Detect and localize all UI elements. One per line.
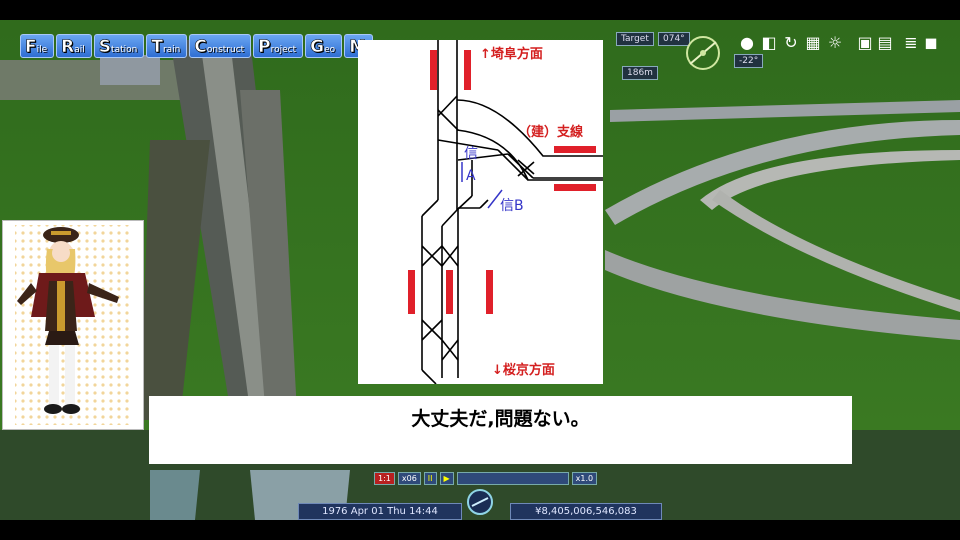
dialog-text: 大丈夫だ,問題ない。	[411, 408, 590, 430]
play-button[interactable]: ▶	[439, 471, 454, 485]
signal-bar	[430, 50, 437, 90]
stack-icon[interactable]: ≣	[902, 34, 920, 52]
main-menu: File Rail Station Train Construct Projec…	[20, 34, 374, 58]
menu-project[interactable]: Project	[253, 34, 304, 58]
signal-bar	[554, 146, 596, 153]
ratio-button[interactable]: 1:1	[374, 471, 395, 485]
date-time-display: 1976 Apr 01 Thu 14:44	[298, 503, 462, 520]
character-avatar	[15, 225, 131, 425]
money-display: ¥8,405,006,546,083	[510, 503, 662, 520]
tool-icons: ● ◧ ↻ ▦ ☼	[738, 34, 844, 52]
letterbox-bottom	[0, 520, 960, 540]
speed-multiplier[interactable]: x06	[397, 471, 421, 485]
signal-bar	[464, 50, 471, 90]
signal-b-label: 信B	[500, 198, 524, 214]
menu-rail[interactable]: Rail	[56, 34, 92, 58]
compass-icon[interactable]	[684, 34, 722, 72]
signal-bar	[408, 270, 415, 314]
pause-button[interactable]: II	[423, 471, 437, 485]
character-portrait	[2, 220, 144, 430]
menu-station[interactable]: Station	[93, 34, 145, 58]
signal-a-label: 信	[464, 146, 478, 162]
time-controls: 1:1 x06 II ▶ x1.0	[374, 471, 598, 485]
target-label[interactable]: Target	[616, 32, 654, 46]
menu-train[interactable]: Train	[146, 34, 188, 58]
speed-slider[interactable]	[456, 471, 569, 485]
signal-a-letter: A	[466, 168, 476, 184]
menu-construct[interactable]: Construct	[189, 34, 252, 58]
sun-icon[interactable]: ☼	[826, 34, 844, 52]
letterbox-top	[0, 0, 960, 20]
signal-bar	[486, 270, 493, 314]
signal-bar	[554, 184, 596, 191]
track-diagram: ↑埼阜方面 （建）支線 信 A 信B ↓桜京方面	[358, 40, 603, 385]
tilt-readout: -22°	[734, 54, 764, 68]
time-scale[interactable]: x1.0	[571, 471, 598, 485]
dialog-box: 大丈夫だ,問題ない。	[149, 396, 852, 464]
track-layout-drawing: ↑埼阜方面 （建）支線 信 A 信B ↓桜京方面	[408, 40, 603, 385]
chat-icon[interactable]: ◼	[922, 34, 940, 52]
layers-icon[interactable]: ◧	[760, 34, 778, 52]
north-direction-label: ↑埼阜方面	[480, 46, 543, 62]
south-direction-label: ↓桜京方面	[492, 362, 555, 378]
globe-icon[interactable]: ●	[738, 34, 756, 52]
camera-icon[interactable]: ▣	[856, 34, 874, 52]
clock-icon[interactable]	[466, 488, 494, 516]
altitude-readout: 186m	[622, 66, 658, 80]
refresh-icon[interactable]: ↻	[782, 34, 800, 52]
grid-icon[interactable]: ▦	[804, 34, 822, 52]
document-icon[interactable]: ▤	[876, 34, 894, 52]
menu-geo[interactable]: Geo	[305, 34, 343, 58]
branch-line-label: （建）支線	[518, 124, 584, 140]
menu-file[interactable]: File	[20, 34, 55, 58]
signal-bar	[446, 270, 453, 314]
